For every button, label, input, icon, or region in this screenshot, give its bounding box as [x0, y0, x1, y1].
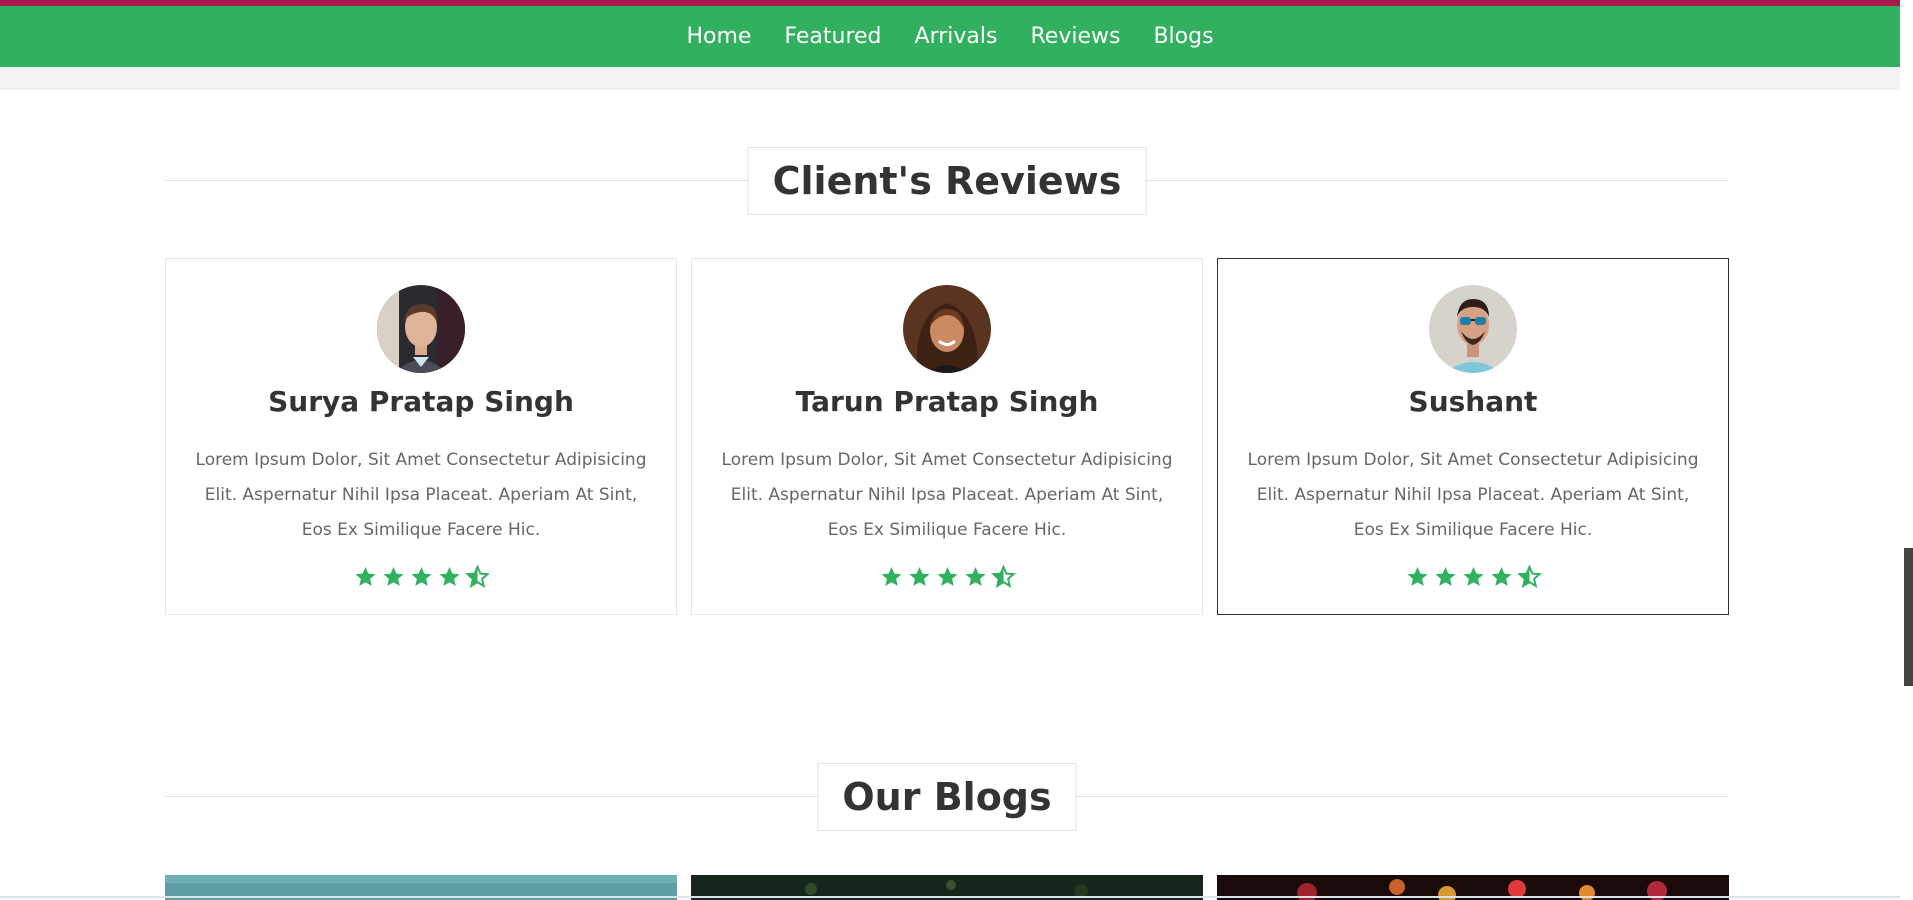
nav-link-blogs[interactable]: Blogs	[1153, 24, 1213, 49]
nav-shadow-band	[0, 67, 1900, 90]
reviewer-name: Sushant	[1408, 385, 1538, 418]
star-icon	[881, 567, 901, 586]
star-icon	[383, 567, 403, 586]
review-text: Lorem Ipsum Dolor, Sit Amet Consectetur …	[1247, 450, 1699, 540]
reviews-heading: Client's Reviews	[747, 147, 1147, 215]
star-icon	[439, 567, 459, 586]
star-half-icon	[464, 565, 490, 588]
review-card[interactable]: Tarun Pratap Singh Lorem Ipsum Dolor, Si…	[691, 258, 1203, 615]
nav-link-home[interactable]: Home	[686, 24, 751, 49]
nav-link-arrivals[interactable]: Arrivals	[915, 24, 998, 49]
star-icon	[1491, 567, 1511, 586]
reviewer-name: Surya Pratap Singh	[268, 385, 574, 418]
rating-stars	[1218, 565, 1728, 589]
man-portrait-avatar	[377, 285, 465, 373]
review-text: Lorem Ipsum Dolor, Sit Amet Consectetur …	[721, 450, 1173, 540]
review-card-active[interactable]: Sushant Lorem Ipsum Dolor, Sit Amet Cons…	[1217, 258, 1729, 615]
reviews-list: Surya Pratap Singh Lorem Ipsum Dolor, Si…	[165, 258, 1729, 617]
rating-stars	[692, 565, 1202, 589]
star-icon	[937, 567, 957, 586]
star-icon	[411, 567, 431, 586]
star-icon	[909, 567, 929, 586]
blogs-heading-wrap: Our Blogs	[165, 763, 1729, 831]
man-sunglasses-avatar	[1429, 285, 1517, 373]
star-icon	[355, 567, 375, 586]
review-card[interactable]: Surya Pratap Singh Lorem Ipsum Dolor, Si…	[165, 258, 677, 615]
scrollbar-track[interactable]	[1900, 0, 1913, 900]
rating-stars	[166, 565, 676, 589]
star-icon	[1463, 567, 1483, 586]
star-icon	[1407, 567, 1427, 586]
star-icon	[965, 567, 985, 586]
main-navbar: Home Featured Arrivals Reviews Blogs	[0, 6, 1900, 67]
scrollbar-thumb[interactable]	[1904, 548, 1913, 686]
star-half-icon	[990, 565, 1016, 588]
star-icon	[1435, 567, 1455, 586]
nav-link-reviews[interactable]: Reviews	[1030, 24, 1120, 49]
blogs-heading: Our Blogs	[817, 763, 1077, 831]
star-half-icon	[1516, 565, 1542, 588]
reviews-heading-wrap: Client's Reviews	[165, 147, 1729, 215]
page-bottom-edge	[0, 896, 1900, 898]
reviewer-name: Tarun Pratap Singh	[795, 385, 1099, 418]
nav-link-featured[interactable]: Featured	[784, 24, 881, 49]
review-text: Lorem Ipsum Dolor, Sit Amet Consectetur …	[195, 450, 647, 540]
woman-portrait-avatar	[903, 285, 991, 373]
